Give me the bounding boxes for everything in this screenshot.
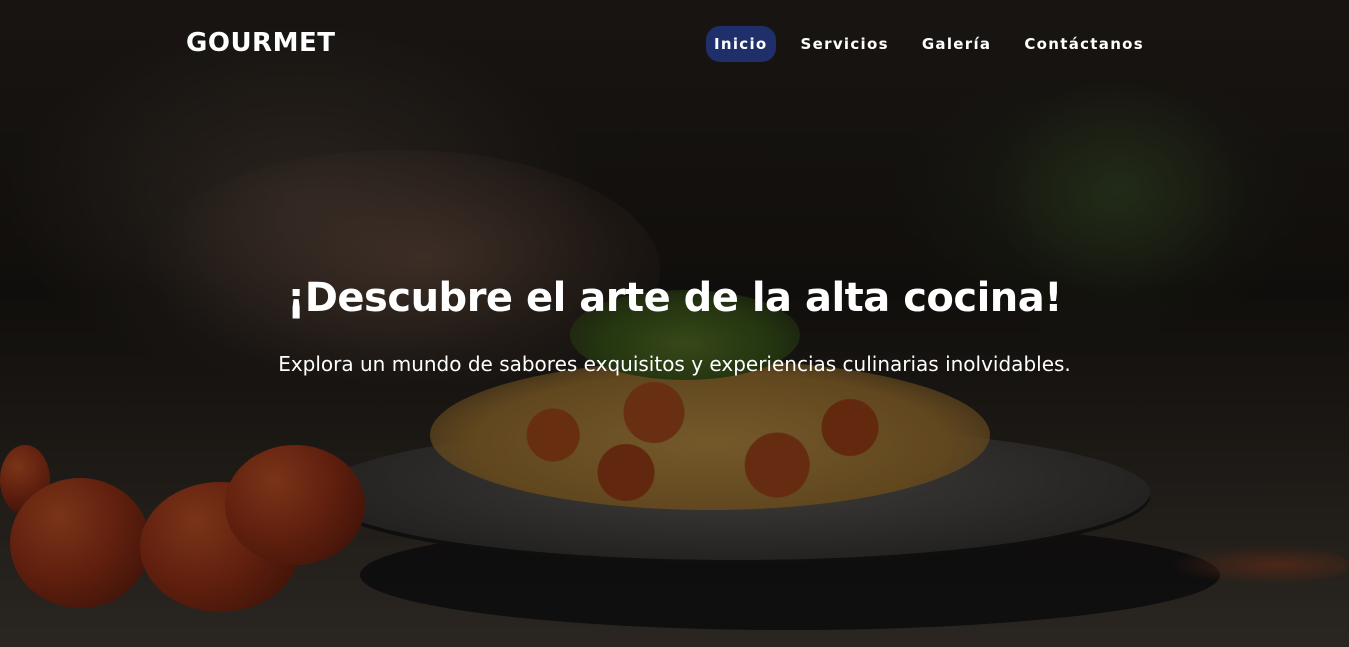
nav-link-contactanos[interactable]: Contáctanos bbox=[1016, 26, 1152, 62]
nav-link-galeria[interactable]: Galería bbox=[914, 26, 1000, 62]
nav-link-servicios[interactable]: Servicios bbox=[793, 26, 897, 62]
hero-title: ¡Descubre el arte de la alta cocina! bbox=[286, 275, 1063, 321]
logo[interactable]: GOURMET bbox=[186, 28, 335, 58]
hero-overlay bbox=[0, 0, 1349, 647]
navbar: GOURMET Inicio Servicios Galería Contáct… bbox=[0, 0, 1349, 88]
hero-subtitle: Explora un mundo de sabores exquisitos y… bbox=[278, 352, 1071, 376]
nav-link-inicio[interactable]: Inicio bbox=[706, 26, 776, 62]
nav-menu: Inicio Servicios Galería Contáctanos bbox=[706, 26, 1169, 62]
hero-section: GOURMET Inicio Servicios Galería Contáct… bbox=[0, 0, 1349, 647]
